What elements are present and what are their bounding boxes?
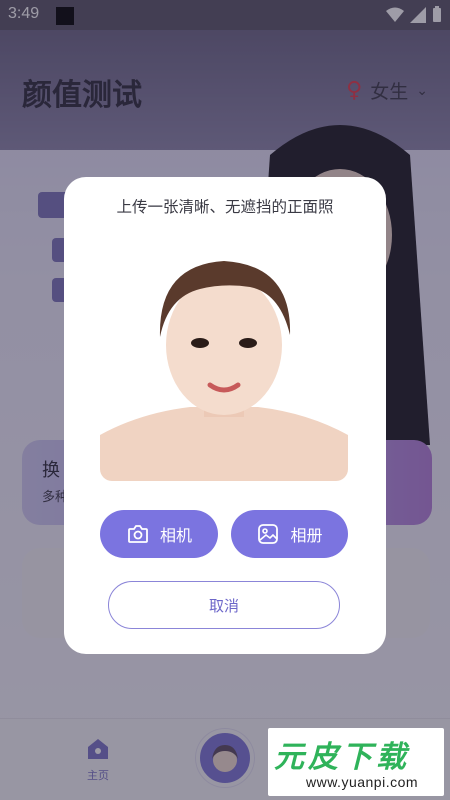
upload-photo-dialog: 上传一张清晰、无遮挡的正面照 相机 相册 取消 <box>64 177 386 654</box>
camera-button[interactable]: 相机 <box>100 510 218 558</box>
gallery-icon <box>256 522 280 546</box>
cancel-button[interactable]: 取消 <box>108 581 340 629</box>
watermark-url: www.yuanpi.com <box>306 774 419 790</box>
camera-icon <box>126 522 150 546</box>
watermark-brand: 元皮下载 <box>274 740 410 775</box>
sample-photo <box>100 235 348 481</box>
camera-label: 相机 <box>159 526 192 545</box>
album-label: 相册 <box>290 526 323 545</box>
watermark: 元皮下载 www.yuanpi.com <box>268 728 444 796</box>
album-button[interactable]: 相册 <box>231 510 348 558</box>
cancel-label: 取消 <box>208 596 239 615</box>
dialog-title: 上传一张清晰、无遮挡的正面照 <box>116 198 334 216</box>
